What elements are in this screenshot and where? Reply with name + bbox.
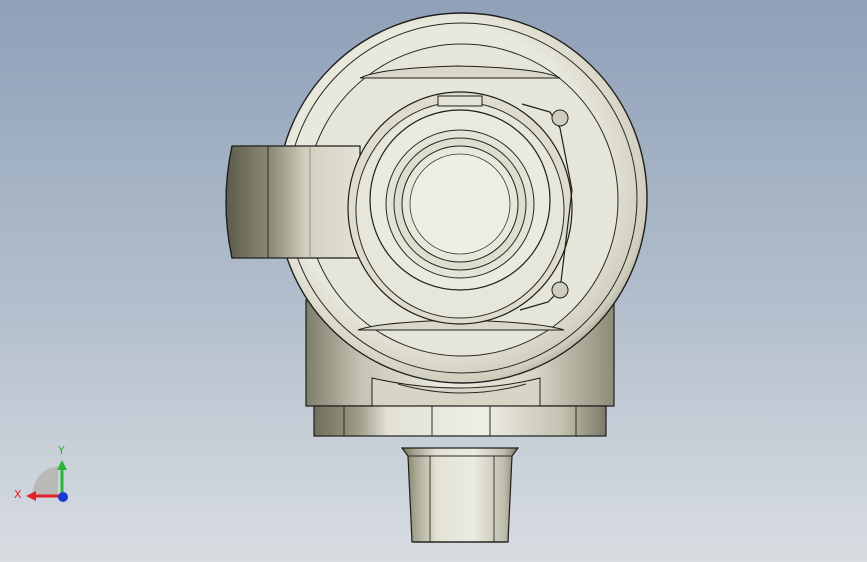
model-view[interactable]: Y X	[0, 0, 867, 562]
hex-flange	[313, 405, 607, 437]
y-axis-label: Y	[57, 444, 65, 457]
x-axis-label: X	[14, 488, 22, 501]
y-axis-arrowhead	[57, 460, 67, 470]
bottom-fitting	[400, 447, 520, 543]
cad-viewport[interactable]: Y X	[0, 0, 867, 562]
z-axis-dot	[58, 492, 68, 502]
x-axis-arrowhead	[26, 491, 36, 501]
center-port	[369, 109, 551, 291]
axis-triad: Y X	[14, 444, 68, 502]
side-pipe	[225, 145, 361, 259]
